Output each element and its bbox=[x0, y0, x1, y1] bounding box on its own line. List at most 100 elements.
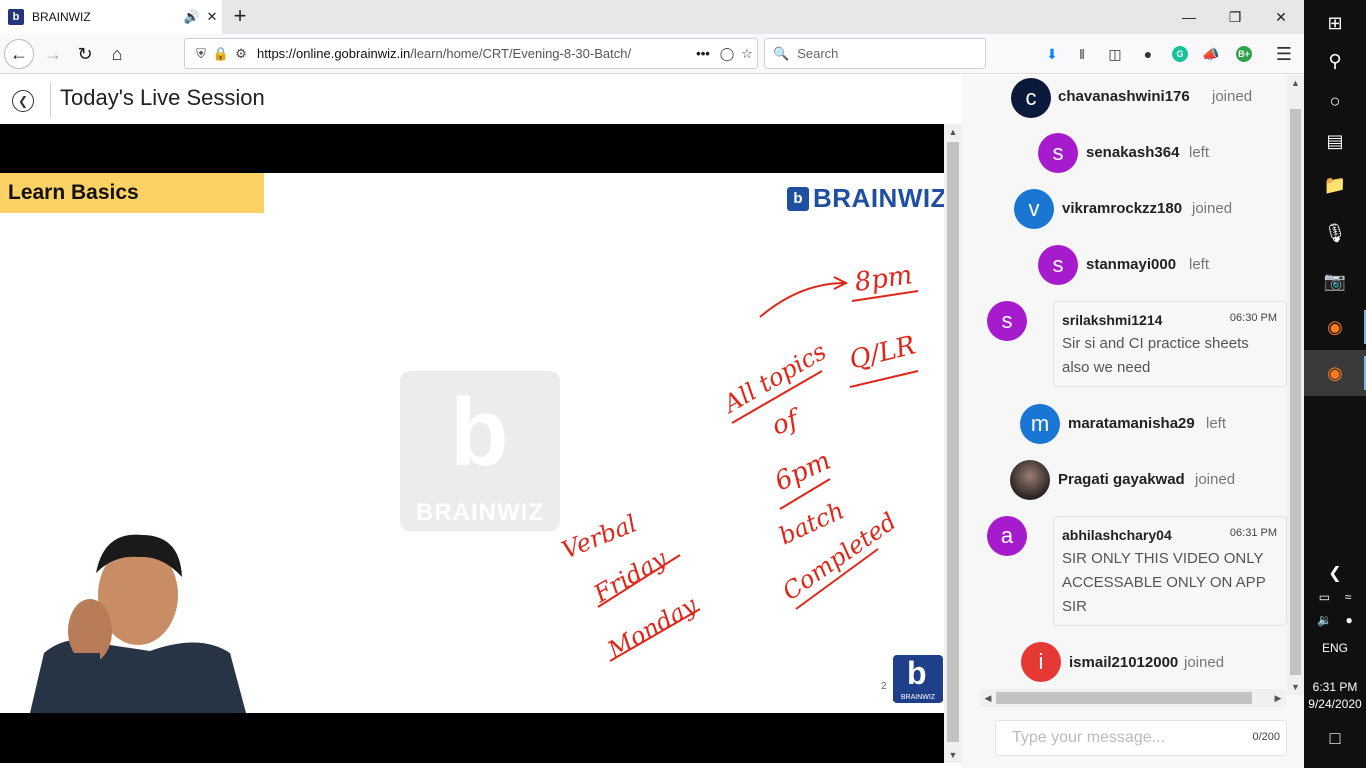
event-action: left bbox=[1189, 144, 1210, 161]
search-placeholder: Search bbox=[797, 46, 839, 61]
page-actions-menu-icon[interactable]: ••• bbox=[689, 46, 717, 61]
task-view-icon[interactable]: ▤ bbox=[1304, 118, 1366, 164]
page-title: Today's Live Session bbox=[60, 85, 265, 110]
firefox-icon[interactable]: ◉ bbox=[1304, 304, 1366, 350]
extension-b-plus-icon[interactable]: B+ bbox=[1232, 42, 1256, 66]
downloads-icon[interactable]: ⬇ bbox=[1040, 42, 1064, 66]
grammarly-extension-icon[interactable]: G bbox=[1168, 42, 1192, 66]
megaphone-extension-icon[interactable]: 📣 bbox=[1199, 42, 1223, 66]
minimize-button[interactable]: — bbox=[1166, 0, 1212, 34]
back-arrow-icon[interactable]: ❮ bbox=[12, 90, 34, 112]
home-button[interactable]: ⌂ bbox=[102, 39, 132, 69]
chat-scroll-left-icon[interactable]: ◀ bbox=[980, 689, 996, 707]
event-action: joined bbox=[1212, 88, 1253, 105]
volume-icon[interactable]: 🔉 bbox=[1317, 613, 1332, 627]
address-bar[interactable]: ⛨ 🔒 ⚙ https://online.gobrainwiz.in/learn… bbox=[184, 38, 758, 69]
message-time: 06:30 PM bbox=[1229, 312, 1277, 324]
speaker-icon[interactable]: 🔊 bbox=[182, 7, 202, 27]
event-action: joined bbox=[1184, 654, 1225, 671]
chat-scroll-right-icon[interactable]: ▶ bbox=[1270, 689, 1286, 707]
tray-row-2: 🔉 ● bbox=[1304, 613, 1366, 627]
avatar: s bbox=[987, 301, 1027, 341]
event-username: stanmayi000 bbox=[1086, 256, 1177, 273]
permissions-icon[interactable]: ⚙ bbox=[231, 46, 251, 62]
hw-6pm: 6pm bbox=[770, 446, 835, 498]
lock-icon[interactable]: 🔒 bbox=[211, 46, 231, 62]
camera-icon[interactable]: 📷 bbox=[1304, 258, 1366, 304]
live-chat-panel: c chavanashwini176 joined s senakash364 … bbox=[962, 75, 1304, 768]
message-input[interactable] bbox=[996, 721, 1236, 755]
reload-button[interactable]: ↻ bbox=[70, 39, 100, 69]
language-indicator[interactable]: ENG bbox=[1304, 641, 1366, 655]
back-button[interactable]: ← bbox=[4, 39, 34, 69]
message-input-box[interactable]: 0/200 bbox=[995, 720, 1287, 756]
message-username: srilakshmi1214 bbox=[1062, 312, 1163, 328]
avatar: v bbox=[1014, 189, 1054, 229]
corner-logo-mark: b bbox=[907, 655, 927, 691]
sidebar-icon[interactable]: ◫ bbox=[1103, 42, 1127, 66]
avatar: s bbox=[1038, 245, 1078, 285]
bookmark-star-icon[interactable]: ☆ bbox=[737, 46, 757, 62]
page-scrollbar[interactable]: ▲ ▼ bbox=[944, 124, 962, 763]
pocket-icon[interactable]: ◯ bbox=[717, 46, 737, 62]
avatar-photo bbox=[1010, 460, 1050, 500]
hamburger-menu-icon[interactable]: ☰ bbox=[1272, 42, 1296, 66]
network-globe-icon[interactable]: ● bbox=[1345, 613, 1352, 627]
slide-page-number: 2 bbox=[881, 681, 887, 692]
library-icon[interactable]: ‖ bbox=[1070, 42, 1094, 66]
chat-hscroll-thumb[interactable] bbox=[996, 692, 1252, 704]
event-username: vikramrockzz180 bbox=[1062, 200, 1183, 217]
chat-vertical-scrollbar[interactable]: ▲ ▼ bbox=[1287, 75, 1304, 695]
firefox-active-icon[interactable]: ◉ bbox=[1304, 350, 1366, 396]
battery-icon[interactable]: ▭ bbox=[1319, 590, 1330, 604]
tray-row-1: ▭ ≈ bbox=[1304, 590, 1366, 604]
tab-brainwiz[interactable]: b BRAINWIZ 🔊 ✕ bbox=[0, 0, 222, 34]
avatar: i bbox=[1021, 642, 1061, 682]
clock-time[interactable]: 6:31 PM bbox=[1304, 680, 1366, 694]
scroll-up-arrow-icon[interactable]: ▲ bbox=[944, 124, 962, 140]
event-action: joined bbox=[1195, 471, 1236, 488]
avatar: m bbox=[1020, 404, 1060, 444]
new-tab-button[interactable]: + bbox=[228, 5, 252, 29]
avatar: c bbox=[1011, 78, 1051, 118]
event-action: left bbox=[1206, 415, 1227, 432]
chat-horizontal-scrollbar[interactable]: ◀ ▶ bbox=[980, 689, 1286, 707]
show-hidden-icons-chevron-icon[interactable]: ❮ bbox=[1304, 563, 1366, 583]
scrollbar-thumb[interactable] bbox=[947, 142, 959, 742]
hw-of: of bbox=[768, 403, 806, 441]
chat-scroll-down-icon[interactable]: ▼ bbox=[1287, 679, 1304, 695]
corner-logo-text: BRAINWIZ bbox=[893, 694, 943, 701]
chat-scrollbar-thumb[interactable] bbox=[1290, 109, 1301, 675]
url-text[interactable]: https://online.gobrainwiz.in/learn/home/… bbox=[257, 46, 689, 61]
message-text: Sir si and CI practice sheets also we ne… bbox=[1062, 335, 1249, 376]
forward-button[interactable]: → bbox=[38, 39, 68, 69]
chat-list[interactable]: c chavanashwini176 joined s senakash364 … bbox=[980, 75, 1287, 695]
chat-message: srilakshmi1214 06:30 PM Sir si and CI pr… bbox=[1053, 301, 1287, 387]
account-icon[interactable]: ● bbox=[1136, 42, 1160, 66]
search-input[interactable]: 🔍 Search bbox=[764, 38, 986, 69]
voice-recorder-icon[interactable]: 🎙 bbox=[1304, 210, 1366, 256]
restore-button[interactable]: ❐ bbox=[1212, 0, 1258, 34]
event-username: ismail21012000 bbox=[1069, 654, 1179, 671]
shield-icon[interactable]: ⛨ bbox=[191, 46, 211, 62]
tab-bar: b BRAINWIZ 🔊 ✕ + — ❐ ✕ bbox=[0, 0, 1304, 34]
presenter-video bbox=[30, 534, 246, 713]
navigation-toolbar: ← → ↻ ⌂ ⛨ 🔒 ⚙ https://online.gobrainwiz.… bbox=[0, 34, 1304, 74]
file-explorer-icon[interactable]: 📁 bbox=[1304, 162, 1366, 208]
wifi-icon[interactable]: ≈ bbox=[1345, 590, 1352, 604]
windows-taskbar: ⊞ ⚲ ○ ▤ 📁 🎙 📷 ◉ ◉ ❮ ▭ ≈ 🔉 ● ENG 6:31 PM … bbox=[1304, 0, 1366, 768]
session-header: ❮ Today's Live Session bbox=[0, 75, 962, 124]
hw-verbal: Verbal bbox=[558, 509, 641, 564]
avatar: a bbox=[987, 516, 1027, 556]
chat-scroll-up-icon[interactable]: ▲ bbox=[1287, 75, 1304, 91]
event-username: maratamanisha29 bbox=[1068, 415, 1195, 432]
notifications-icon[interactable]: □ bbox=[1304, 728, 1366, 749]
close-window-button[interactable]: ✕ bbox=[1258, 0, 1304, 34]
clock-date[interactable]: 9/24/2020 bbox=[1304, 697, 1366, 711]
character-counter: 0/200 bbox=[1252, 731, 1280, 743]
scroll-down-arrow-icon[interactable]: ▼ bbox=[944, 747, 962, 763]
video-player[interactable]: Learn Basics b BRAINWIZ b BRAINWIZ 8pm Q… bbox=[0, 124, 944, 763]
hw-qlr: Q/LR bbox=[846, 330, 918, 375]
close-tab-icon[interactable]: ✕ bbox=[202, 7, 222, 27]
event-username: senakash364 bbox=[1086, 144, 1180, 161]
